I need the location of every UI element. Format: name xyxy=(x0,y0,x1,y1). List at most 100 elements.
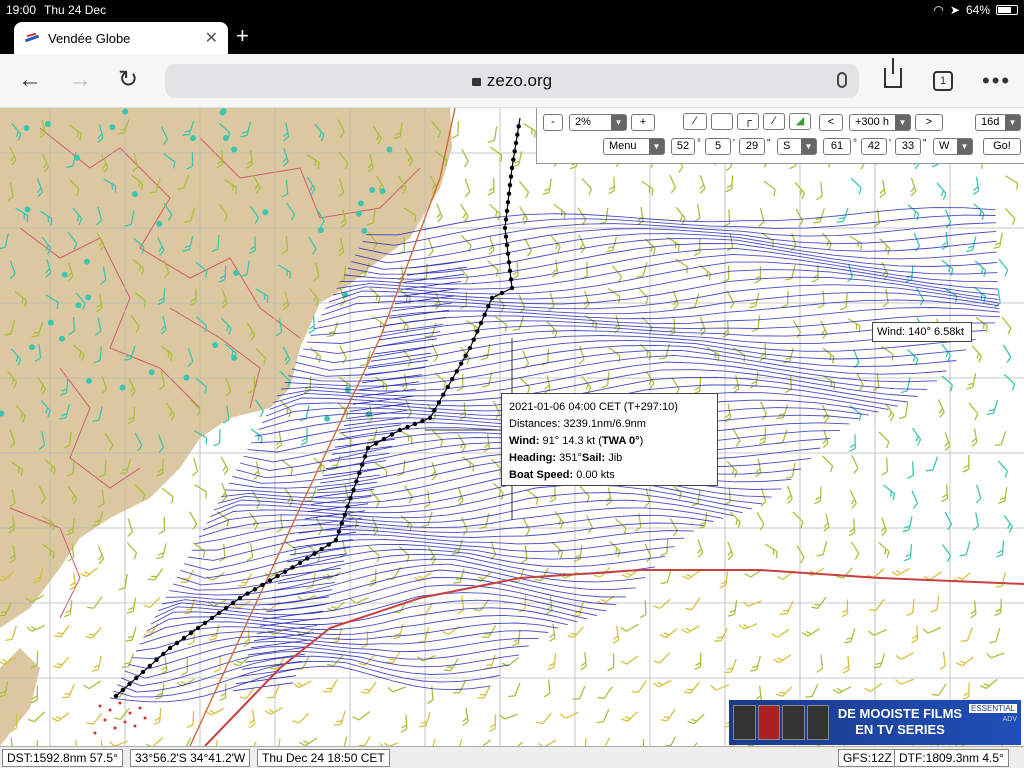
wind-barb xyxy=(669,517,678,537)
lat-sec-input[interactable]: 29 xyxy=(739,138,765,155)
wind-barb xyxy=(460,235,472,252)
route-waypoint xyxy=(319,547,324,552)
close-tab-icon[interactable]: ✕ xyxy=(205,28,218,48)
tooltip-speed: Boat Speed: 0.00 kts xyxy=(509,469,615,481)
wind-barb xyxy=(460,203,469,223)
wind-barb xyxy=(451,121,459,139)
more-icon[interactable]: ••• xyxy=(982,68,1011,94)
route-waypoint xyxy=(216,610,222,616)
calm-wind-dot xyxy=(231,354,238,361)
address-bar[interactable]: zezo.org xyxy=(165,64,859,98)
wind-barb xyxy=(421,511,433,528)
wind-barb xyxy=(816,182,823,201)
browser-tab[interactable]: Vendée Globe ✕ xyxy=(14,22,228,54)
calm-wind-dot xyxy=(317,227,324,233)
wind-barb xyxy=(968,402,979,421)
wind-barb xyxy=(755,458,762,478)
route-waypoint xyxy=(405,424,410,430)
calm-wind-dot xyxy=(122,108,129,115)
route-waypoint xyxy=(345,504,350,509)
lon-sec-input[interactable]: 33 xyxy=(895,138,921,155)
route-tool-icon[interactable]: ┌ xyxy=(737,113,759,130)
calm-wind-dot xyxy=(47,319,54,326)
wind-barb xyxy=(299,737,318,746)
wind-barb xyxy=(869,598,885,612)
calm-wind-dot xyxy=(131,191,138,198)
wind-barb xyxy=(733,374,740,394)
zoom-out-button[interactable]: - xyxy=(543,114,563,131)
wind-barb xyxy=(962,455,970,473)
route-waypoint xyxy=(140,669,146,675)
route-waypoint xyxy=(463,353,468,358)
blank-tool-button[interactable] xyxy=(711,113,733,130)
back-arrow-icon[interactable]: ← xyxy=(18,66,42,94)
calm-wind-dot xyxy=(357,200,364,207)
tabs-button[interactable]: 1 xyxy=(933,71,953,91)
measure-tool-icon[interactable]: ⁄ xyxy=(683,113,707,130)
wind-tool-icon[interactable]: ◢ xyxy=(789,113,811,130)
menu-select[interactable]: Menu xyxy=(603,138,665,155)
route-waypoint xyxy=(436,400,442,405)
wind-barb xyxy=(456,373,464,392)
lat-min-input[interactable]: 5 xyxy=(705,138,731,155)
route-waypoint xyxy=(441,392,446,397)
route-waypoint xyxy=(305,556,310,561)
wind-barb xyxy=(694,203,701,223)
wind-barb xyxy=(615,518,627,535)
route-waypoint xyxy=(478,320,484,326)
zoom-select[interactable]: 2% xyxy=(569,114,627,131)
wind-barb xyxy=(631,680,647,694)
wind-barb xyxy=(744,569,763,578)
wind-barb xyxy=(823,513,830,532)
wind-barb xyxy=(772,654,792,663)
wind-barb xyxy=(719,571,729,589)
lon-min-input[interactable]: 42 xyxy=(861,138,887,155)
wind-barb xyxy=(481,371,493,388)
calm-wind-dot xyxy=(183,374,190,381)
wind-barb xyxy=(488,714,497,732)
wind-barb xyxy=(213,429,221,447)
route-waypoint xyxy=(195,625,201,631)
new-tab-icon[interactable]: + xyxy=(236,24,249,48)
wind-barb xyxy=(930,595,940,613)
wind-barb xyxy=(597,686,613,699)
wind-barb xyxy=(776,404,789,420)
microphone-icon[interactable] xyxy=(837,72,847,88)
wind-barb xyxy=(907,461,914,480)
wind-barb xyxy=(118,573,128,591)
wind-barb xyxy=(264,706,284,715)
map-status-bar: DST:1592.8nm 57.5° 33°56.2'S 34°41.2'W T… xyxy=(0,746,1024,768)
next-step-button[interactable]: > xyxy=(915,114,943,131)
wind-barb xyxy=(864,683,883,692)
advertisement-banner[interactable]: DE MOOISTE FILMS EN TV SERIES ESSENTIAL … xyxy=(729,700,1021,745)
reload-icon[interactable]: ↻ xyxy=(118,66,138,94)
calm-wind-dot xyxy=(190,135,196,142)
wind-barb xyxy=(189,511,198,530)
wind-barb xyxy=(423,490,431,509)
wind-barb xyxy=(972,512,980,531)
wind-barb xyxy=(699,174,706,194)
forward-arrow-icon[interactable]: → xyxy=(68,66,92,94)
wind-barb xyxy=(145,737,164,746)
route-waypoint xyxy=(290,565,295,570)
zoom-in-button[interactable]: + xyxy=(631,114,655,131)
prev-step-button[interactable]: < xyxy=(819,114,843,131)
lon-deg-input[interactable]: 61 xyxy=(823,138,851,155)
calm-wind-dot xyxy=(61,271,68,278)
wind-barb xyxy=(374,462,388,478)
time-offset-select[interactable]: +300 h xyxy=(849,114,911,131)
lat-hemisphere-select[interactable]: S xyxy=(777,138,817,155)
share-icon[interactable] xyxy=(884,58,902,88)
route-waypoint xyxy=(181,635,187,641)
wind-barb xyxy=(397,266,404,285)
route-waypoint xyxy=(397,427,403,433)
wind-barb xyxy=(417,654,436,662)
wind-barb xyxy=(771,628,790,638)
lat-deg-input[interactable]: 52 xyxy=(671,138,695,155)
wind-barb xyxy=(902,516,913,533)
isochrone-tool-icon[interactable]: ⁄ xyxy=(763,113,785,130)
go-button[interactable]: Go! xyxy=(983,138,1021,155)
wind-barb xyxy=(323,679,338,693)
forecast-days-select[interactable]: 16d xyxy=(975,114,1021,131)
lon-hemisphere-select[interactable]: W xyxy=(933,138,973,155)
